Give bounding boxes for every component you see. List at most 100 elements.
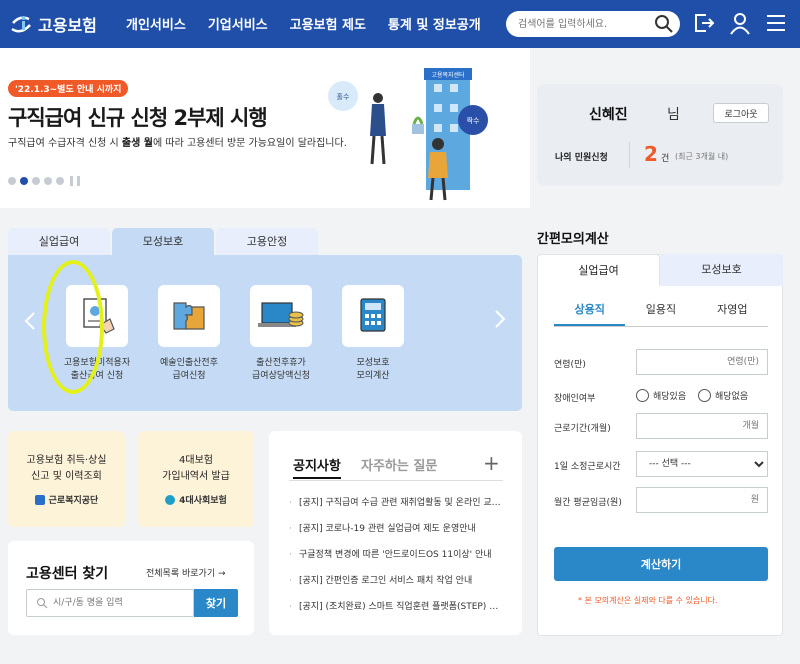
service-tabs: 실업급여 모성보호 고용안정 [8, 228, 320, 256]
kcomwel-logo-icon [34, 494, 45, 505]
highlight-annotation [42, 260, 104, 394]
banner-description: 구직급여 수급자격 신청 시 출생 월에 따라 고용센터 방문 가능요일이 달라… [8, 138, 347, 149]
wage-label: 월간 평균임금(원) [554, 498, 622, 508]
pause-icon[interactable] [70, 176, 80, 186]
age-label: 연령(만) [554, 360, 586, 370]
center-finder: 고용센터 찾기 전체목록 바로가기 → 찾기 [8, 541, 254, 635]
tab-regular-worker[interactable]: 상용직 [554, 301, 626, 326]
nav-statistics[interactable]: 통계 및 정보공개 [388, 14, 481, 33]
hours-label: 1일 소정근로시간 [554, 462, 621, 472]
calculator-icon [360, 298, 386, 332]
wage-input[interactable] [636, 487, 768, 513]
hours-select[interactable]: --- 선택 --- [636, 451, 768, 477]
calculator-title: 간편모의계산 [537, 232, 609, 247]
service-label: 출산전후휴가 급여상당액신청 [252, 358, 310, 381]
notice-item[interactable]: [공지] 코로나-19 관련 실업급여 제도 운영안내 [289, 523, 503, 549]
calculator-panel: 실업급여 모성보호 상용직 일용직 자영업 연령(만) 장애인여부 해당있음 해… [537, 254, 783, 636]
logout-button[interactable]: 로그아웃 [713, 103, 769, 123]
puzzle-icon [173, 302, 205, 330]
site-logo[interactable]: 고용보험 [8, 10, 97, 38]
calculator-note: * 본 모의계산은 실제와 다를 수 있습니다. [578, 596, 718, 605]
chevron-left-icon[interactable] [22, 311, 38, 331]
period-input[interactable] [636, 413, 768, 439]
notice-item[interactable]: 구글정책 변경에 따른 '안드로이드OS 11이상' 안내 [289, 549, 503, 575]
notice-list: [공지] 구직급여 수급 관련 재취업활동 및 온라인 교육 안내 [공지] 코… [289, 497, 503, 627]
card-org: 근로복지공단 [8, 493, 125, 506]
finder-title: 고용센터 찾기 [26, 566, 109, 582]
search-icon[interactable] [654, 14, 674, 34]
banner-badge: '22.1.3~별도 안내 시까지 [8, 80, 129, 97]
disability-no-radio[interactable]: 해당없음 [698, 389, 748, 402]
search-icon [37, 598, 48, 609]
tab-maternity[interactable]: 모성보호 [112, 228, 214, 256]
tab-daily-worker[interactable]: 일용직 [625, 301, 696, 326]
tab-employment-stability[interactable]: 고용안정 [216, 228, 318, 256]
main-banner[interactable]: '22.1.3~별도 안내 시까지 구직급여 신규 신청 2부제 시행 구직급여… [0, 48, 530, 208]
tab-notice[interactable]: 공지사항 [293, 455, 341, 479]
four-insurance-logo-icon [165, 494, 176, 505]
calculator-tabs: 실업급여 모성보호 [537, 254, 783, 286]
laptop-coins-icon [258, 302, 304, 327]
illust-odd-bubble: 홀수 [337, 92, 350, 101]
search-box [506, 11, 680, 37]
slide-dot[interactable] [44, 177, 52, 185]
card-title: 4대보험 가입내역서 발급 [162, 455, 230, 482]
card-title: 고용보험 취득·상실 신고 및 이력조회 [26, 455, 107, 482]
tab-calc-maternity[interactable]: 모성보호 [660, 254, 783, 286]
service-item-artist-maternity[interactable]: 예술인출산전후 급여신청 [144, 285, 234, 383]
full-list-link[interactable]: 전체목록 바로가기 → [146, 566, 226, 579]
illust-building-sign: 고용복지센터 [431, 71, 464, 79]
service-label: 모성보호 모의계산 [356, 358, 390, 381]
card-four-insurance[interactable]: 4대보험 가입내역서 발급 4대사회보험 [138, 431, 254, 527]
chevron-right-icon[interactable] [492, 309, 508, 329]
minwon-note: (최근 3개월 내) [675, 152, 729, 161]
tab-unemployment[interactable]: 실업급여 [8, 228, 110, 256]
minwon-count[interactable]: 2 [644, 142, 658, 166]
user-icon[interactable] [728, 11, 752, 35]
find-button[interactable]: 찾기 [194, 589, 238, 617]
card-org: 4대사회보험 [138, 493, 254, 506]
top-header: 고용보험 개인서비스 기업서비스 고용보험 제도 통계 및 정보공개 [0, 0, 800, 48]
notice-item[interactable]: [공지] 구직급여 수급 관련 재취업활동 및 온라인 교육 안내 [289, 497, 503, 523]
nav-personal[interactable]: 개인서비스 [126, 14, 186, 33]
user-info-box: 신혜진 님 로그아웃 나의 민원신청 2 건 (최근 3개월 내) [537, 84, 783, 186]
menu-icon[interactable] [764, 11, 788, 35]
divider [629, 142, 630, 168]
nav-system[interactable]: 고용보험 제도 [290, 14, 366, 33]
tab-faq[interactable]: 자주하는 질문 [361, 455, 437, 474]
age-input[interactable] [636, 349, 768, 375]
more-plus-icon[interactable]: + [483, 451, 500, 475]
slide-dot[interactable] [56, 177, 64, 185]
slide-dot[interactable] [32, 177, 40, 185]
minwon-label: 나의 민원신청 [555, 153, 608, 163]
slide-indicators [8, 176, 80, 186]
notice-item[interactable]: [공지] 간편인증 로그인 서비스 패치 작업 안내 [289, 575, 503, 601]
worker-type-tabs: 상용직 일용직 자영업 [554, 301, 768, 327]
card-insurance-report[interactable]: 고용보험 취득·상실 신고 및 이력조회 근로복지공단 [8, 431, 125, 527]
banner-illustration: 고용복지센터 홀수 짝수 [328, 68, 488, 201]
slide-dot[interactable] [8, 177, 16, 185]
service-label: 예술인출산전후 급여신청 [160, 358, 218, 381]
calculate-button[interactable]: 계산하기 [554, 547, 768, 581]
user-honorific: 님 [667, 107, 680, 123]
divider [289, 480, 503, 481]
center-search-input[interactable] [26, 589, 194, 617]
logo-text: 고용보험 [38, 16, 97, 35]
notice-board: 공지사항 자주하는 질문 + [공지] 구직급여 수급 관련 재취업활동 및 온… [269, 431, 522, 635]
period-label: 근로기간(개월) [554, 424, 611, 434]
notice-item[interactable]: [공지] (조치완료) 스마트 직업훈련 플랫폼(STEP) 안내 [289, 601, 503, 627]
logout-icon[interactable] [692, 11, 716, 35]
service-item-leave-benefit[interactable]: 출산전후휴가 급여상당액신청 [236, 285, 326, 383]
nav-business[interactable]: 기업서비스 [208, 14, 268, 33]
slide-dot-active[interactable] [20, 177, 28, 185]
user-name: 신혜진 [589, 107, 628, 123]
search-input[interactable] [518, 15, 648, 33]
disability-yes-radio[interactable]: 해당있음 [636, 389, 686, 402]
tab-calc-unemployment[interactable]: 실업급여 [537, 254, 660, 286]
logo-icon [11, 16, 31, 33]
minwon-unit: 건 [661, 154, 670, 164]
service-item-maternity-calc[interactable]: 모성보호 모의계산 [328, 285, 418, 383]
banner-title: 구직급여 신규 신청 2부제 시행 [8, 106, 268, 130]
tab-self-employed[interactable]: 자영업 [697, 301, 768, 326]
main-nav: 개인서비스 기업서비스 고용보험 제도 통계 및 정보공개 [126, 14, 503, 33]
